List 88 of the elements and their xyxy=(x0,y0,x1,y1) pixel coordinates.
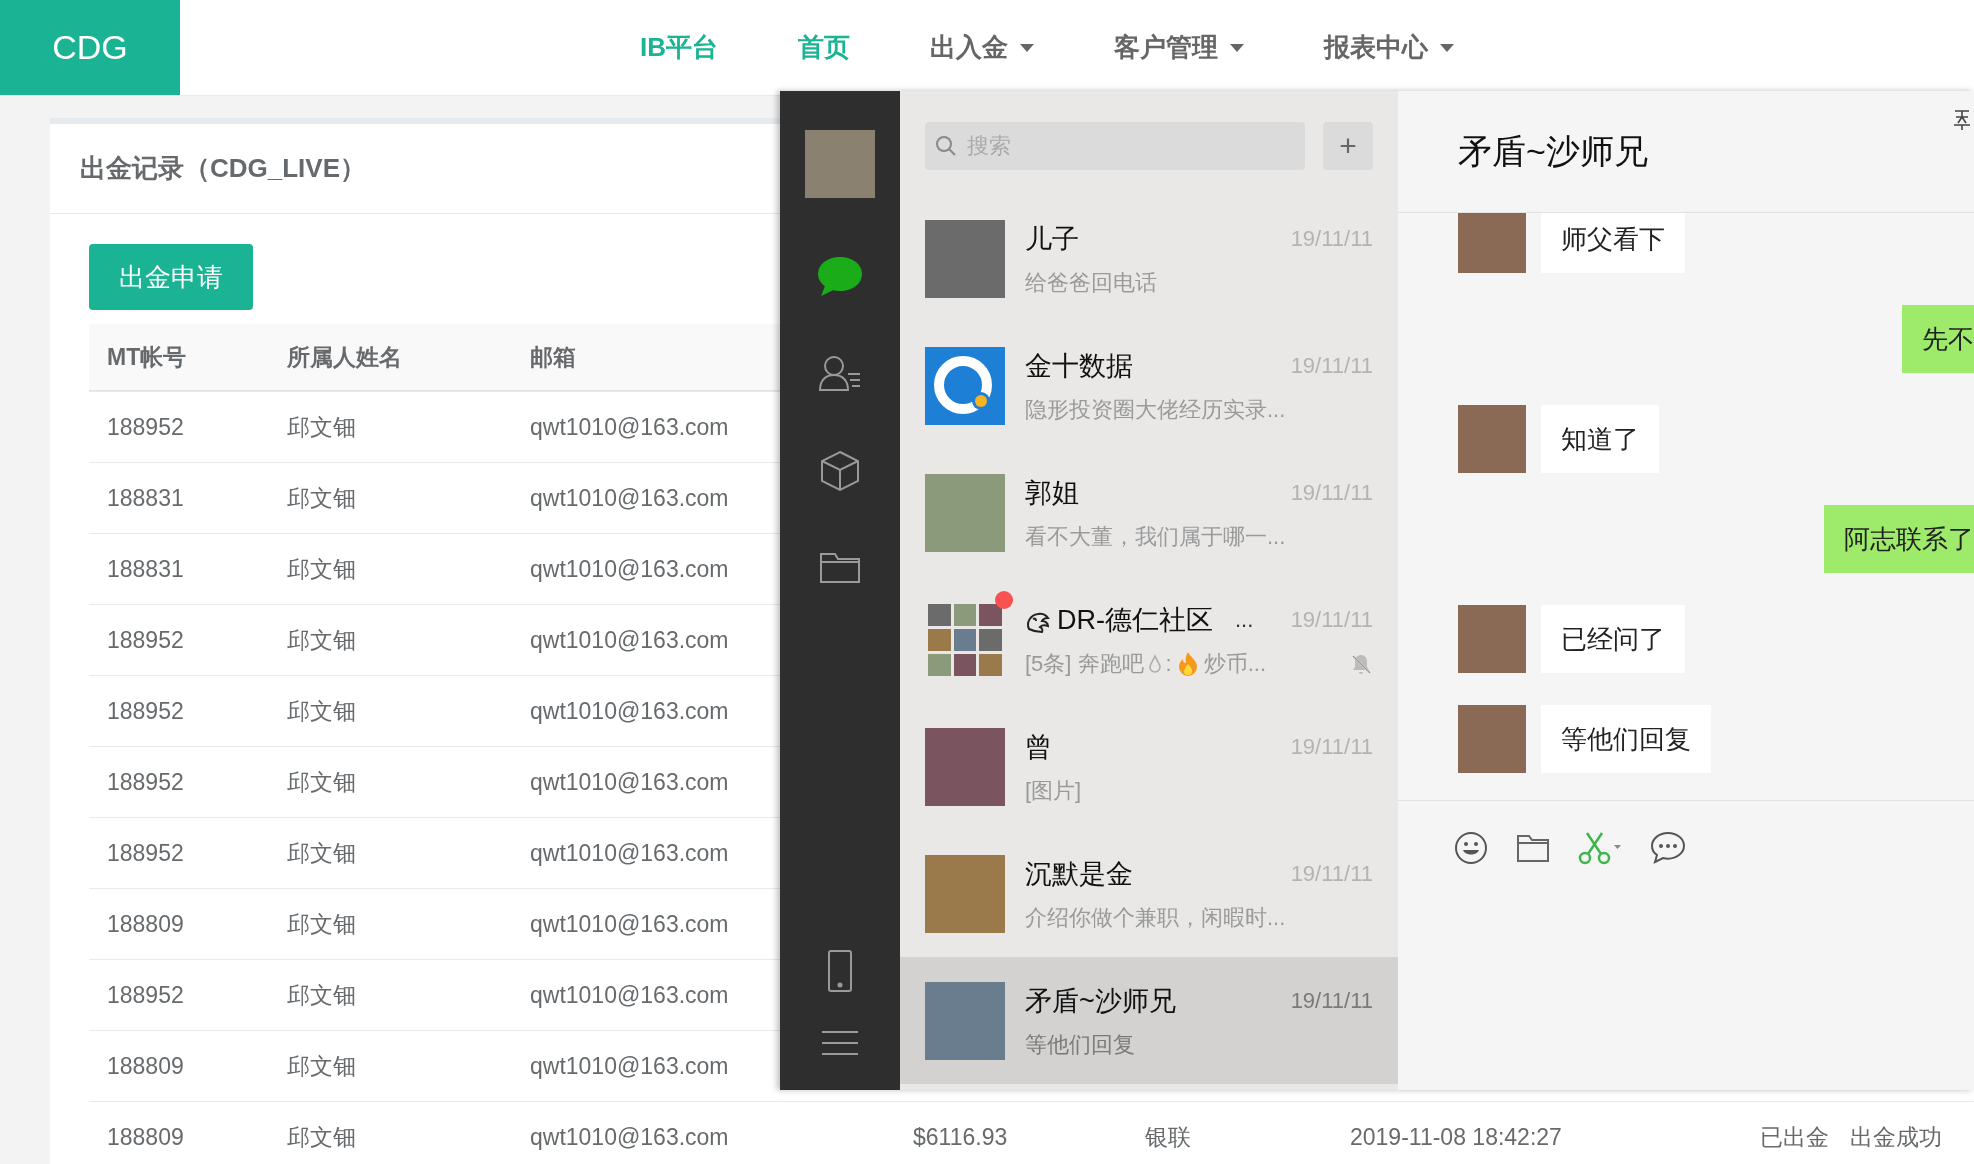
contact-name: 儿子 xyxy=(1025,223,1079,256)
message-bubble: 等他们回复 xyxy=(1541,705,1711,773)
table-cell: qwt1010@163.com xyxy=(530,981,729,1009)
table-cell: qwt1010@163.com xyxy=(530,555,729,583)
message-bubble: 阿志联系了 xyxy=(1824,505,1974,573)
message-preview: [图片] xyxy=(1025,777,1082,805)
panel-title: 出金记录（CDG_LIVE） xyxy=(80,152,367,185)
folder-icon[interactable] xyxy=(819,550,861,584)
nav-link[interactable]: 客户管理 xyxy=(1114,30,1244,65)
message-bubble: 已经问了 xyxy=(1541,605,1685,673)
table-cell-text: 邱文钿 xyxy=(287,980,356,1010)
column-header: 所属人姓名 xyxy=(287,342,402,372)
contact-name: 郭姐 xyxy=(1025,477,1079,510)
caret-icon xyxy=(1440,43,1454,52)
contact-name: 矛盾~沙师兄 xyxy=(1025,985,1176,1018)
name-ellipsis: ... xyxy=(1235,607,1254,633)
table-cell-text: 邱文钿 xyxy=(287,483,356,513)
nav-link[interactable]: 出入金 xyxy=(930,30,1034,65)
table-cell: qwt1010@163.com xyxy=(530,697,729,725)
table-cell: $6116.93 xyxy=(913,1123,1008,1151)
table-cell: qwt1010@163.com xyxy=(530,839,729,867)
message-bubble: 先不 xyxy=(1902,305,1974,373)
table-cell: qwt1010@163.com xyxy=(530,768,729,796)
chat-bubble-icon[interactable] xyxy=(1650,831,1686,865)
table-cell: 188952 xyxy=(107,981,184,1009)
contact-name: DR-德仁社区 xyxy=(1057,604,1213,637)
table-cell: 188952 xyxy=(107,768,184,796)
table-cell-text: 邱文钿 xyxy=(287,1122,356,1152)
message-preview: : xyxy=(1165,651,1172,677)
emoji-icon[interactable] xyxy=(1454,831,1488,865)
nav-link[interactable]: 报表中心 xyxy=(1324,30,1454,65)
table-cell: 188952 xyxy=(107,626,184,654)
table-cell-text: 已出金 xyxy=(1760,1122,1829,1152)
table-cell-text: 邱文钿 xyxy=(287,838,356,868)
table-cell: qwt1010@163.com xyxy=(530,1052,729,1080)
caret-icon xyxy=(1020,43,1034,52)
table-cell-text: 邱文钿 xyxy=(287,554,356,584)
search-icon xyxy=(935,135,957,157)
table-cell: qwt1010@163.com xyxy=(530,910,729,938)
table-cell: 188831 xyxy=(107,484,184,512)
message-time: 19/11/11 xyxy=(1290,988,1373,1014)
message-preview: 给爸爸回电话 xyxy=(1025,269,1157,297)
table-cell-text: 邱文钿 xyxy=(287,412,356,442)
table-cell-text: 邱文钿 xyxy=(287,696,356,726)
menu-icon[interactable] xyxy=(820,1029,860,1057)
message-preview: 看不大董，我们属于哪一... xyxy=(1025,523,1286,551)
table-cell: 188952 xyxy=(107,413,184,441)
chat-icon[interactable] xyxy=(817,256,863,296)
table-cell: qwt1010@163.com xyxy=(530,484,729,512)
message-preview: [5条] 奔跑吧 xyxy=(1025,650,1144,678)
chat-title: 矛盾~沙师兄 xyxy=(1458,130,1648,172)
table-cell: 188952 xyxy=(107,839,184,867)
caret-icon xyxy=(1230,43,1244,52)
add-button[interactable]: + xyxy=(1323,122,1373,170)
drop-icon xyxy=(1147,654,1162,674)
table-cell-text: 出金成功 xyxy=(1850,1122,1942,1152)
table-cell: 188831 xyxy=(107,555,184,583)
table-cell-text: 邱文钿 xyxy=(287,767,356,797)
table-cell: 188952 xyxy=(107,697,184,725)
table-cell-text: 邱文钿 xyxy=(287,625,356,655)
table-cell: 188809 xyxy=(107,910,184,938)
message-preview: 介绍你做个兼职，闲暇时... xyxy=(1025,904,1286,932)
brand-title: IB平台 xyxy=(640,31,718,64)
table-cell: 188809 xyxy=(107,1123,184,1151)
message-bubble: 知道了 xyxy=(1541,405,1659,473)
message-preview: 隐形投资圈大佬经历实录... xyxy=(1025,396,1286,424)
message-preview: 等他们回复 xyxy=(1025,1031,1135,1059)
table-cell-text: 邱文钿 xyxy=(287,909,356,939)
table-cell: 188809 xyxy=(107,1052,184,1080)
message-preview: 炒币... xyxy=(1203,650,1267,678)
table-cell: qwt1010@163.com xyxy=(530,1123,729,1151)
folder-icon[interactable] xyxy=(1516,833,1550,863)
message-bubble: 师父看下 xyxy=(1541,213,1685,273)
contact-name: 沉默是金 xyxy=(1025,858,1133,891)
column-header: 邮箱 xyxy=(530,342,576,372)
contact-name: 曾 xyxy=(1025,731,1052,764)
cube-icon[interactable] xyxy=(820,450,860,492)
pin-icon[interactable] xyxy=(1952,109,1972,131)
conversation-item[interactable]: 矛盾~沙师兄 19/11/11 等他们回复 xyxy=(900,957,1398,1084)
column-header: MT帐号 xyxy=(107,342,187,372)
phone-icon[interactable] xyxy=(827,949,853,993)
table-cell: qwt1010@163.com xyxy=(530,626,729,654)
table-cell-text: 邱文钿 xyxy=(287,1051,356,1081)
contact-name: 金十数据 xyxy=(1025,350,1133,383)
contacts-icon[interactable] xyxy=(818,354,862,392)
table-cell-text: 银联 xyxy=(1145,1122,1191,1152)
table-cell: 2019-11-08 18:42:27 xyxy=(1350,1123,1562,1151)
table-cell: qwt1010@163.com xyxy=(530,413,729,441)
